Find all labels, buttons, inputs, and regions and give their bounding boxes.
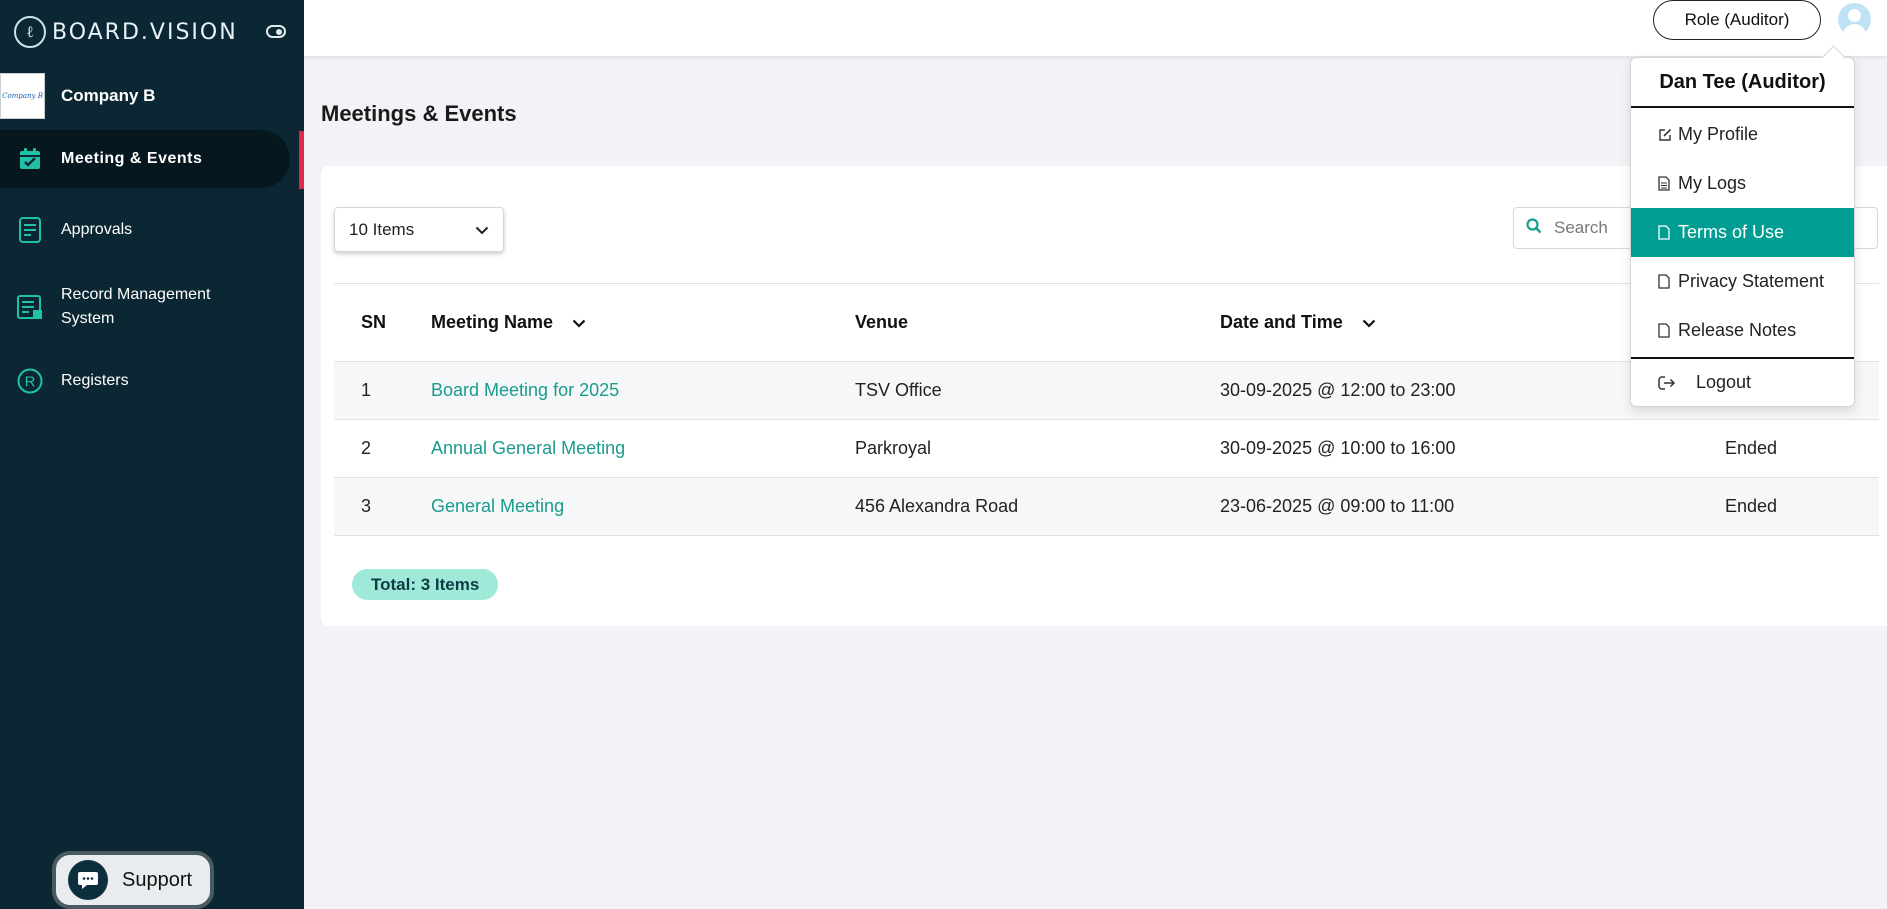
column-header-venue: Venue xyxy=(855,312,909,332)
page-title: Meetings & Events xyxy=(321,101,517,126)
document-lines-icon xyxy=(1658,176,1672,192)
table-row: 2 Annual General Meeting Parkroyal 30-09… xyxy=(334,420,1879,478)
menu-item-my-logs[interactable]: My Logs xyxy=(1631,159,1854,208)
sidebar-item-label: Approvals xyxy=(61,221,133,238)
document-icon xyxy=(1658,225,1672,241)
cell-date-time: 23-06-2025 @ 09:00 to 11:00 xyxy=(1220,496,1455,516)
menu-item-label: Release Notes xyxy=(1678,320,1797,340)
cell-venue: Parkroyal xyxy=(855,438,932,458)
document-icon xyxy=(1658,323,1672,339)
board-vision-logo-icon: ℓ xyxy=(14,16,46,48)
meeting-name-link[interactable]: Board Meeting for 2025 xyxy=(431,362,855,420)
cell-status: Ended xyxy=(1725,438,1778,458)
document-icon xyxy=(1658,274,1672,290)
active-indicator xyxy=(299,131,304,189)
cell-venue: TSV Office xyxy=(855,380,942,400)
meeting-name-link[interactable]: General Meeting xyxy=(431,478,855,536)
chat-bubble-icon xyxy=(68,860,108,900)
calendar-check-icon xyxy=(17,146,43,172)
menu-item-label: Logout xyxy=(1696,372,1752,392)
document-list-icon xyxy=(17,217,43,243)
column-header-meeting-name[interactable]: Meeting Name xyxy=(431,284,855,362)
total-items-badge: Total: 3 Items xyxy=(352,569,499,600)
svg-text:R: R xyxy=(25,374,36,391)
menu-item-privacy-statement[interactable]: Privacy Statement xyxy=(1631,257,1854,306)
sort-chevron-down-icon[interactable] xyxy=(572,312,586,333)
user-menu-title: Dan Tee (Auditor) xyxy=(1631,58,1854,108)
company-name: Company B xyxy=(61,86,156,105)
sidebar: ℓ BOARD.VISION Company B Company B Meeti… xyxy=(0,0,304,909)
search-icon xyxy=(1526,217,1542,239)
user-avatar-icon[interactable] xyxy=(1838,3,1871,36)
sidebar-item-approvals[interactable]: Approvals xyxy=(0,215,290,245)
record-system-icon xyxy=(17,294,43,320)
sidebar-item-registers[interactable]: R Registers xyxy=(0,366,290,396)
menu-item-label: My Profile xyxy=(1678,124,1759,144)
role-button[interactable]: Role (Auditor) xyxy=(1653,0,1821,40)
column-header-label: Date and Time xyxy=(1220,311,1343,332)
cell-date-time: 30-09-2025 @ 10:00 to 16:00 xyxy=(1220,438,1456,458)
menu-item-my-profile[interactable]: My Profile xyxy=(1631,110,1854,159)
cell-sn: 1 xyxy=(361,380,372,400)
menu-item-release-notes[interactable]: Release Notes xyxy=(1631,306,1854,355)
menu-item-logout[interactable]: Logout xyxy=(1631,357,1854,406)
logout-icon xyxy=(1658,375,1676,391)
sidebar-item-record-management[interactable]: Record Management System xyxy=(0,283,290,331)
brand-logo[interactable]: ℓ BOARD.VISION xyxy=(14,14,238,50)
cell-sn: 3 xyxy=(361,496,372,516)
menu-item-label: Privacy Statement xyxy=(1678,271,1825,291)
sidebar-item-label: Meeting & Events xyxy=(61,150,203,167)
sidebar-item-meeting-events[interactable]: Meeting & Events xyxy=(0,130,290,188)
items-per-page-value: 10 Items xyxy=(349,219,415,239)
company-logo: Company B xyxy=(0,73,45,119)
edit-icon xyxy=(1658,127,1672,143)
registered-r-icon: R xyxy=(17,368,43,394)
menu-item-label: Terms of Use xyxy=(1678,222,1785,242)
brand-name: BOARD.VISION xyxy=(52,19,238,45)
menu-item-label: My Logs xyxy=(1678,173,1747,193)
top-bar xyxy=(304,0,1887,56)
cell-status: Ended xyxy=(1725,496,1778,516)
table-row: 3 General Meeting 456 Alexandra Road 23-… xyxy=(334,477,1879,536)
company-selector[interactable]: Company B Company B xyxy=(0,73,304,119)
chevron-down-icon xyxy=(475,220,489,240)
support-label: Support xyxy=(122,868,193,891)
menu-item-terms-of-use[interactable]: Terms of Use xyxy=(1631,208,1854,257)
items-per-page-select[interactable]: 10 Items xyxy=(334,207,504,252)
meeting-name-link[interactable]: Annual General Meeting xyxy=(431,420,855,478)
support-button[interactable]: Support xyxy=(52,851,214,909)
sidebar-item-label: Registers xyxy=(61,372,129,389)
user-menu-dropdown: Dan Tee (Auditor) My Profile My Logs Ter… xyxy=(1630,57,1855,407)
sidebar-toggle-icon[interactable] xyxy=(266,25,286,38)
sort-chevron-down-icon[interactable] xyxy=(1362,312,1376,333)
column-header-sn: SN xyxy=(361,312,387,332)
cell-venue: 456 Alexandra Road xyxy=(855,496,1019,516)
column-header-label: Meeting Name xyxy=(431,311,554,332)
sidebar-item-label: Record Management System xyxy=(61,286,211,327)
cell-sn: 2 xyxy=(361,438,372,458)
